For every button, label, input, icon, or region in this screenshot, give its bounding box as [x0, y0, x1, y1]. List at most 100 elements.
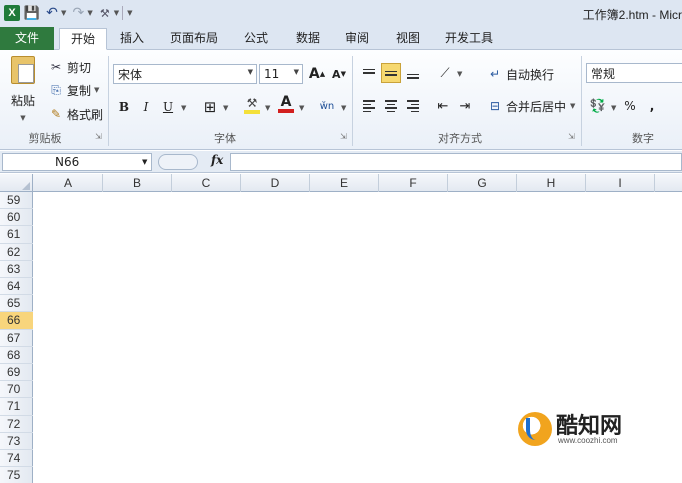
- font-color-dropdown-icon[interactable]: ▼: [299, 104, 304, 112]
- italic-button[interactable]: I: [136, 97, 156, 117]
- paste-dropdown-icon[interactable]: ▼: [20, 114, 25, 122]
- bold-button[interactable]: B: [114, 97, 134, 117]
- formula-bar-expand-handle[interactable]: [158, 154, 198, 170]
- merge-dropdown-icon[interactable]: ▼: [570, 102, 575, 110]
- scissors-icon: ✂: [50, 60, 62, 74]
- font-name-select[interactable]: 宋体 ▼: [113, 64, 257, 84]
- row-header[interactable]: 60: [0, 209, 33, 227]
- row-header[interactable]: 63: [0, 261, 33, 278]
- format-painter-label: 格式刷: [67, 107, 104, 122]
- name-box-dropdown-icon[interactable]: ▼: [142, 158, 147, 166]
- row-header[interactable]: 68: [0, 347, 33, 364]
- redo-icon[interactable]: ↷: [70, 5, 86, 21]
- formula-input[interactable]: [230, 153, 682, 171]
- row-header[interactable]: 71: [0, 398, 33, 416]
- tab-home[interactable]: 开始: [59, 28, 107, 50]
- tab-file[interactable]: 文件: [0, 27, 54, 50]
- number-format-value: 常规: [591, 66, 616, 81]
- accounting-dropdown-icon[interactable]: ▼: [611, 104, 616, 112]
- column-header-a[interactable]: A: [34, 174, 103, 192]
- grow-font-button[interactable]: A ▲: [307, 64, 327, 84]
- undo-icon[interactable]: ↶: [44, 5, 60, 21]
- row-header[interactable]: 64: [0, 278, 33, 296]
- tab-insert[interactable]: 插入: [112, 28, 152, 50]
- tab-review[interactable]: 审阅: [337, 28, 377, 50]
- tools-dropdown-icon[interactable]: ▼: [114, 9, 119, 17]
- fill-color-dropdown-icon[interactable]: ▼: [265, 104, 270, 112]
- copy-dropdown-icon[interactable]: ▼: [94, 86, 99, 94]
- borders-dropdown-icon[interactable]: ▼: [223, 104, 228, 112]
- tools-icon[interactable]: ⚒: [97, 5, 113, 21]
- row-header[interactable]: 75: [0, 467, 33, 483]
- row-header[interactable]: 59: [0, 192, 33, 210]
- tab-developer[interactable]: 开发工具: [440, 28, 498, 50]
- orientation-dropdown-icon[interactable]: ▼: [457, 70, 462, 78]
- row-header[interactable]: 70: [0, 381, 33, 399]
- phonetic-guide-button[interactable]: w̆n: [316, 96, 338, 116]
- format-painter-button[interactable]: ✎ 格式刷: [48, 104, 103, 124]
- align-top-button[interactable]: [359, 63, 379, 83]
- row-header-active[interactable]: 66: [0, 312, 33, 330]
- name-box[interactable]: N66: [2, 153, 152, 171]
- increase-indent-button[interactable]: ⇥: [455, 96, 475, 116]
- accounting-format-button[interactable]: 💱: [588, 96, 608, 116]
- shrink-font-button[interactable]: A ▼: [329, 64, 349, 84]
- align-bottom-button[interactable]: [403, 63, 423, 83]
- paste-button[interactable]: 粘贴 ▼: [6, 56, 40, 126]
- column-header-b[interactable]: B: [103, 174, 172, 192]
- column-header-h[interactable]: H: [517, 174, 586, 192]
- row-header[interactable]: 67: [0, 330, 33, 347]
- font-launcher-icon[interactable]: ⇲: [340, 132, 347, 141]
- decrease-indent-button[interactable]: ⇤: [433, 96, 453, 116]
- orientation-button[interactable]: ⟋: [435, 63, 455, 83]
- borders-button[interactable]: ⊞: [200, 97, 220, 117]
- excel-logo-icon[interactable]: X: [4, 5, 20, 21]
- merge-center-button[interactable]: ⊟ 合并后居中 ▼: [487, 96, 575, 116]
- select-all-button[interactable]: [0, 174, 33, 192]
- undo-dropdown-icon[interactable]: ▼: [61, 9, 66, 17]
- column-header-d[interactable]: D: [241, 174, 310, 192]
- column-header-e[interactable]: E: [310, 174, 379, 192]
- row-header[interactable]: 73: [0, 433, 33, 450]
- save-icon[interactable]: 💾: [24, 5, 40, 21]
- align-center-icon: [385, 100, 397, 112]
- copy-button[interactable]: ⎘ 复制 ▼: [48, 80, 99, 100]
- tab-formulas[interactable]: 公式: [236, 28, 276, 50]
- tab-page-layout[interactable]: 页面布局: [163, 28, 225, 50]
- tab-data[interactable]: 数据: [288, 28, 328, 50]
- comma-style-button[interactable]: ,: [642, 96, 662, 116]
- insert-function-icon[interactable]: fx: [211, 153, 223, 167]
- font-color-button[interactable]: A: [276, 94, 296, 114]
- underline-button[interactable]: U: [158, 97, 178, 117]
- alignment-launcher-icon[interactable]: ⇲: [568, 132, 575, 141]
- font-size-select[interactable]: 11 ▼: [259, 64, 303, 84]
- phonetic-dropdown-icon[interactable]: ▼: [341, 104, 346, 112]
- column-header-f[interactable]: F: [379, 174, 448, 192]
- coozhi-logo-icon: [518, 412, 552, 446]
- customize-quick-access-icon[interactable]: ▼: [127, 9, 132, 17]
- align-left-button[interactable]: [359, 96, 379, 116]
- redo-dropdown-icon[interactable]: ▼: [87, 9, 92, 17]
- row-header[interactable]: 72: [0, 416, 33, 433]
- align-center-button[interactable]: [381, 96, 401, 116]
- row-header[interactable]: 74: [0, 450, 33, 468]
- align-middle-button[interactable]: [381, 63, 401, 83]
- row-headers: 59 60 61 62 63 64 65 66 67 68 69 70 71 7…: [0, 192, 33, 483]
- row-header[interactable]: 69: [0, 364, 33, 382]
- align-right-button[interactable]: [403, 96, 423, 116]
- underline-dropdown-icon[interactable]: ▼: [181, 104, 186, 112]
- wrap-text-button[interactable]: ↵ 自动换行: [487, 64, 554, 84]
- column-header-g[interactable]: G: [448, 174, 517, 192]
- column-header-c[interactable]: C: [172, 174, 241, 192]
- fill-color-bar: [244, 110, 260, 114]
- row-header[interactable]: 61: [0, 226, 33, 244]
- tab-view[interactable]: 视图: [388, 28, 428, 50]
- number-format-select[interactable]: 常规: [586, 63, 682, 83]
- row-header[interactable]: 62: [0, 244, 33, 261]
- clipboard-launcher-icon[interactable]: ⇲: [95, 132, 102, 141]
- percent-style-button[interactable]: %: [620, 96, 640, 116]
- cut-button[interactable]: ✂ 剪切: [48, 57, 91, 77]
- row-header[interactable]: 65: [0, 295, 33, 313]
- fill-color-button[interactable]: ⚒: [242, 95, 262, 115]
- column-header-i[interactable]: I: [586, 174, 655, 192]
